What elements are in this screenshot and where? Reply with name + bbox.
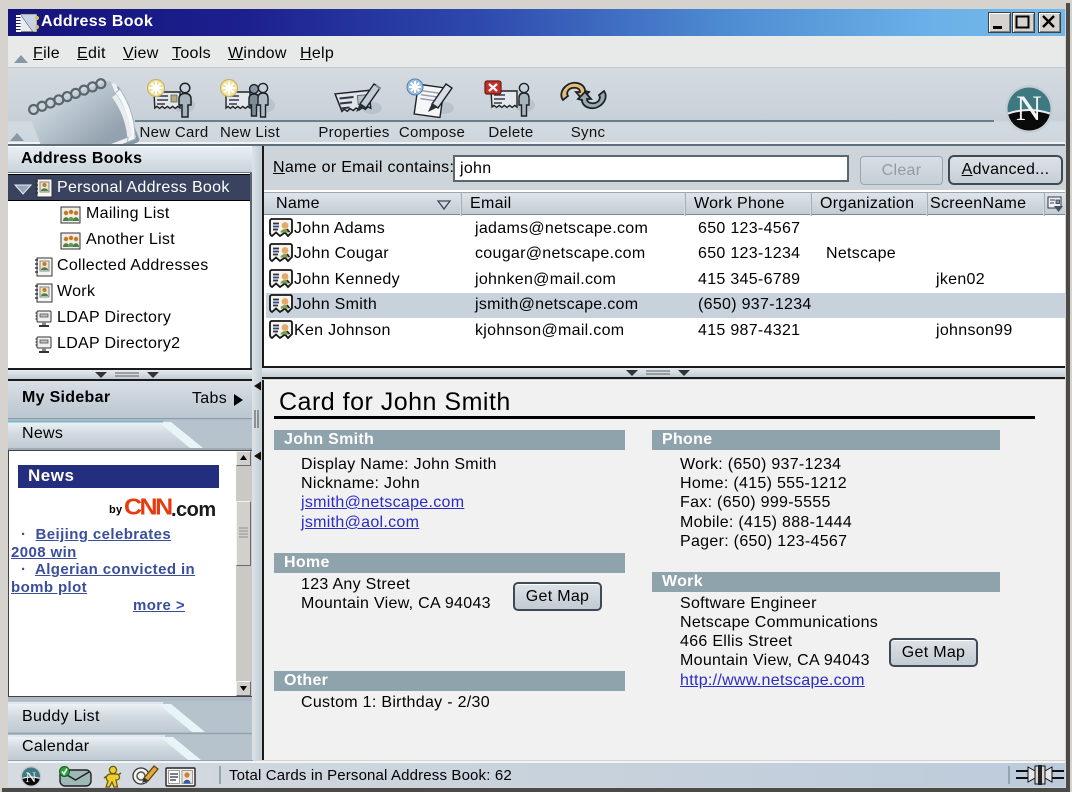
svg-text:N: N <box>1016 88 1042 128</box>
svg-text:N: N <box>25 770 36 786</box>
